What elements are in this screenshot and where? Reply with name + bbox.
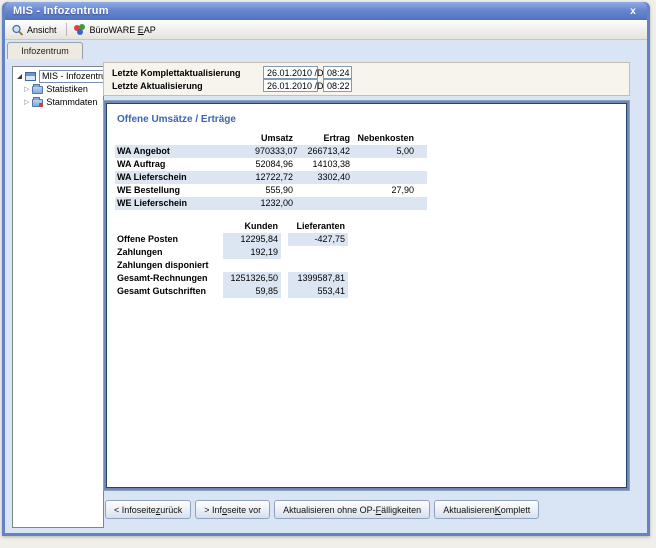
time-field[interactable]: 08:22: [323, 79, 352, 92]
buroware-icon: [74, 24, 87, 36]
tab-label: Infozentrum: [21, 46, 69, 56]
row-label: Gesamt Gutschriften: [115, 285, 223, 298]
magnifier-icon: [11, 24, 24, 36]
row-label: WA Auftrag: [115, 158, 255, 171]
window-client-area: Ansicht BüroWARE EAP Infozentrum MIS - I…: [5, 20, 647, 533]
buroware-eap-button[interactable]: BüroWARE EAP: [71, 23, 161, 37]
title-bar[interactable]: MIS - Infozentrum x: [5, 2, 647, 20]
cell-umsatz: 12722,72: [255, 171, 293, 184]
date-field[interactable]: 26.01.2010 /Di: [263, 79, 318, 92]
cell-kunden: 12295,84: [223, 233, 281, 246]
window-title: MIS - Infozentrum: [13, 5, 625, 17]
tree-item-mis-infozentrum[interactable]: MIS - Infozentrum: [13, 70, 103, 83]
row-label: WE Bestellung: [115, 184, 255, 197]
column-header-lieferanten: Lieferanten: [288, 220, 348, 233]
ansicht-button-label: Ansicht: [27, 25, 57, 35]
toolbar-separator: [66, 23, 67, 36]
cell-lieferanten: -427,75: [288, 233, 348, 246]
info-panel-body: Offene Umsätze / Erträge Umsatz Ertrag N…: [106, 103, 627, 488]
update-row-aktualisierung: Letzte Aktualisierung 26.01.2010 /Di 08:…: [112, 79, 621, 92]
navigation-tree: MIS - Infozentrum Statistiken Stammdaten: [12, 66, 104, 528]
content-area: Infozentrum MIS - Infozentrum Statistike…: [5, 40, 647, 533]
row-label: Zahlungen disponiert: [115, 259, 223, 272]
aktualisieren-komplett-button[interactable]: Aktualisieren Komplett: [434, 500, 539, 519]
table-row: Offene Posten 12295,84 -427,75: [115, 233, 427, 246]
column-header-umsatz: Umsatz: [255, 132, 293, 145]
table-header-row: Umsatz Ertrag Nebenkosten: [115, 132, 427, 145]
folder-edit-icon: [32, 99, 43, 107]
tree-item-label: Stammdaten: [46, 97, 97, 108]
table-row: Zahlungen disponiert: [115, 259, 427, 272]
row-label: WE Lieferschein: [115, 197, 255, 210]
update-label: Letzte Komplettaktualisierung: [112, 68, 263, 78]
date-field[interactable]: 26.01.2010 /Di: [263, 66, 318, 79]
expanded-twisty-icon[interactable]: [17, 74, 22, 79]
collapsed-twisty-icon[interactable]: [24, 99, 29, 106]
folder-icon: [32, 86, 43, 94]
buroware-eap-label: BüroWARE EAP: [90, 25, 156, 35]
column-header-nebenkosten: Nebenkosten: [350, 132, 420, 145]
row-label: Zahlungen: [115, 246, 223, 259]
footer-button-bar: < Infoseite zurück > Infoseite vor Aktua…: [105, 500, 539, 519]
table-row: WA Lieferschein 12722,72 3302,40: [115, 171, 427, 184]
table-row: WE Lieferschein 1232,00: [115, 197, 427, 210]
info-panel: Offene Umsätze / Erträge Umsatz Ertrag N…: [103, 100, 630, 491]
tree-item-statistiken[interactable]: Statistiken: [13, 83, 103, 96]
time-field[interactable]: 08:24: [323, 66, 352, 79]
row-label: Gesamt-Rechnungen: [115, 272, 223, 285]
table-row: Gesamt-Rechnungen 1251326,50 1399587,81: [115, 272, 427, 285]
panel-title: Offene Umsätze / Erträge: [117, 114, 626, 125]
cell-nebenkosten: 27,90: [350, 184, 420, 197]
cell-lieferanten: 1399587,81: [288, 272, 348, 285]
app-window: MIS - Infozentrum x Ansicht BüroWARE EAP: [2, 2, 650, 536]
cell-umsatz: 1232,00: [255, 197, 293, 210]
infocenter-icon: [25, 72, 36, 81]
row-label: WA Angebot: [115, 145, 255, 158]
table-row: WE Bestellung 555,90 27,90: [115, 184, 427, 197]
cell-umsatz: 555,90: [255, 184, 293, 197]
column-header-ertrag: Ertrag: [293, 132, 350, 145]
table-row: WA Auftrag 52084,96 14103,38: [115, 158, 427, 171]
tree-item-label: Statistiken: [46, 84, 88, 95]
column-header-kunden: Kunden: [223, 220, 281, 233]
tab-infozentrum[interactable]: Infozentrum: [7, 42, 83, 59]
cell-ertrag: 3302,40: [293, 171, 350, 184]
open-sales-table: Umsatz Ertrag Nebenkosten WA Angebot 970…: [115, 132, 427, 210]
open-items-table: Kunden Lieferanten Offene Posten 12295,8…: [115, 220, 427, 298]
update-row-komplett: Letzte Komplettaktualisierung 26.01.2010…: [112, 66, 621, 79]
row-label: WA Lieferschein: [115, 171, 255, 184]
cell-umsatz: 52084,96: [255, 158, 293, 171]
cell-kunden: 59,85: [223, 285, 281, 298]
cell-ertrag: 14103,38: [293, 158, 350, 171]
table-row: Zahlungen 192,19: [115, 246, 427, 259]
table-row: Gesamt Gutschriften 59,85 553,41: [115, 285, 427, 298]
infoseite-vor-button[interactable]: > Infoseite vor: [195, 500, 270, 519]
cell-umsatz: 970333,07: [255, 145, 293, 158]
toolbar: Ansicht BüroWARE EAP: [5, 20, 647, 40]
table-row: WA Angebot 970333,07 266713,42 5,00: [115, 145, 427, 158]
row-label: Offene Posten: [115, 233, 223, 246]
table-header-row: Kunden Lieferanten: [115, 220, 427, 233]
ansicht-button[interactable]: Ansicht: [8, 23, 62, 37]
aktualisieren-ohne-op-button[interactable]: Aktualisieren ohne OP-Fälligkeiten: [274, 500, 430, 519]
cell-kunden: 1251326,50: [223, 272, 281, 285]
update-label: Letzte Aktualisierung: [112, 81, 263, 91]
cell-ertrag: 266713,42: [293, 145, 350, 158]
close-icon[interactable]: x: [625, 4, 641, 18]
tree-item-stammdaten[interactable]: Stammdaten: [13, 96, 103, 109]
cell-nebenkosten: 5,00: [350, 145, 420, 158]
last-update-panel: Letzte Komplettaktualisierung 26.01.2010…: [103, 62, 630, 96]
cell-kunden: 192,19: [223, 246, 281, 259]
cell-lieferanten: 553,41: [288, 285, 348, 298]
collapsed-twisty-icon[interactable]: [24, 86, 29, 93]
infoseite-zurueck-button[interactable]: < Infoseite zurück: [105, 500, 191, 519]
